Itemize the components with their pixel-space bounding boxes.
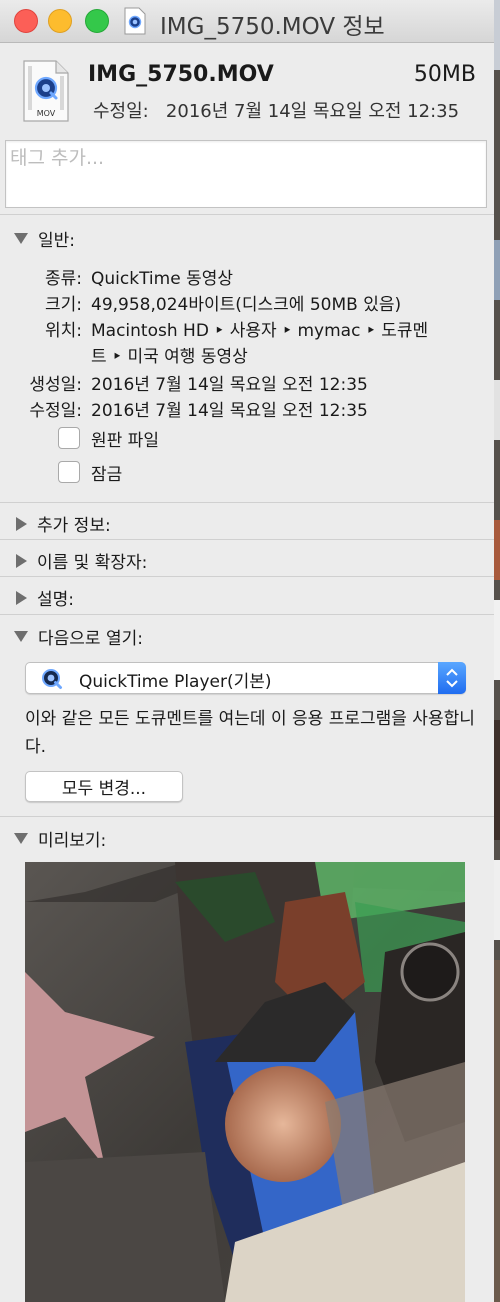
where-label: 위치: (44, 321, 82, 341)
kind-value: QuickTime 동영상 (91, 269, 233, 289)
divider (0, 614, 494, 615)
preview-image (25, 862, 465, 1302)
header-modified-label: 수정일: (93, 101, 149, 122)
size-value: 49,958,024바이트(디스크에 50MB 있음) (91, 295, 402, 315)
section-name-extension-title: 이름 및 확장자: (37, 553, 148, 573)
popup-arrows-icon[interactable] (438, 662, 466, 694)
divider (0, 214, 494, 215)
where-row-cont: 트 ‣ 미국 여행 동영상 (0, 342, 480, 367)
movie-file-icon-large: MOV (23, 60, 69, 122)
file-name: IMG_5750.MOV (88, 62, 274, 87)
section-more-info-title: 추가 정보: (37, 516, 111, 536)
disclosure-open-icon[interactable] (14, 631, 28, 642)
zoom-button[interactable] (85, 9, 109, 33)
stationery-label: 원판 파일 (91, 431, 159, 451)
where-value-line1: Macintosh HD ‣ 사용자 ‣ mymac ‣ 도큐멘 (91, 321, 429, 341)
change-all-button[interactable]: 모두 변경... (25, 771, 183, 802)
disclosure-closed-icon[interactable] (16, 553, 27, 568)
section-preview[interactable]: 미리보기: (14, 826, 106, 851)
title-bar: IMG_5750.MOV 정보 (0, 0, 494, 43)
section-comments[interactable]: 설명: (14, 585, 74, 610)
locked-label: 잠금 (91, 465, 123, 485)
divider (0, 502, 494, 503)
tags-field[interactable] (5, 140, 494, 208)
file-size: 50MB (413, 62, 476, 87)
stationery-checkbox[interactable] (58, 427, 80, 449)
open-with-app-label: QuickTime Player(기본) (79, 672, 272, 692)
section-preview-title: 미리보기: (38, 831, 107, 851)
section-comments-title: 설명: (37, 590, 75, 610)
where-row: 위치: Macintosh HD ‣ 사용자 ‣ mymac ‣ 도큐멘 (0, 316, 480, 341)
section-open-with-title: 다음으로 열기: (38, 629, 143, 649)
modified-label: 수정일: (29, 401, 82, 421)
disclosure-open-icon[interactable] (14, 833, 28, 844)
kind-row: 종류: QuickTime 동영상 (0, 264, 480, 289)
section-general-title: 일반: (38, 231, 76, 251)
created-row: 생성일: 2016년 7월 14일 목요일 오전 12:35 (0, 370, 480, 395)
header-modified-value: 2016년 7월 14일 목요일 오전 12:35 (165, 101, 460, 122)
disclosure-closed-icon[interactable] (16, 516, 27, 531)
size-row: 크기: 49,958,024바이트(디스크에 50MB 있음) (0, 290, 480, 315)
movie-file-icon (124, 7, 146, 35)
size-label: 크기: (44, 295, 82, 315)
open-with-description: 이와 같은 모든 도큐멘트를 여는데 이 응용 프로그램을 사용합니다. (25, 709, 475, 757)
section-general[interactable]: 일반: (14, 226, 75, 251)
where-value-line2: 트 ‣ 미국 여행 동영상 (91, 347, 248, 367)
divider (0, 576, 494, 577)
disclosure-closed-icon[interactable] (16, 590, 27, 605)
section-name-extension[interactable]: 이름 및 확장자: (14, 548, 147, 573)
tags-input[interactable] (6, 141, 494, 175)
window-title: IMG_5750.MOV 정보 (160, 14, 385, 40)
icon-badge: MOV (37, 109, 56, 118)
kind-label: 종류: (44, 269, 82, 289)
open-with-popup[interactable]: QuickTime Player(기본) (25, 662, 466, 694)
created-label: 생성일: (29, 375, 82, 395)
desktop-edge (494, 0, 500, 1302)
header-modified: 수정일: 2016년 7월 14일 목요일 오전 12:35 (93, 97, 459, 123)
section-open-with[interactable]: 다음으로 열기: (14, 624, 143, 649)
divider (0, 539, 494, 540)
locked-checkbox[interactable] (58, 461, 80, 483)
quicktime-icon (42, 669, 62, 689)
minimize-button[interactable] (48, 9, 72, 33)
created-value: 2016년 7월 14일 목요일 오전 12:35 (91, 375, 368, 395)
close-button[interactable] (14, 9, 38, 33)
modified-row: 수정일: 2016년 7월 14일 목요일 오전 12:35 (0, 396, 480, 421)
divider (0, 816, 494, 817)
section-more-info[interactable]: 추가 정보: (14, 511, 111, 536)
modified-value: 2016년 7월 14일 목요일 오전 12:35 (91, 401, 368, 421)
disclosure-open-icon[interactable] (14, 233, 28, 244)
